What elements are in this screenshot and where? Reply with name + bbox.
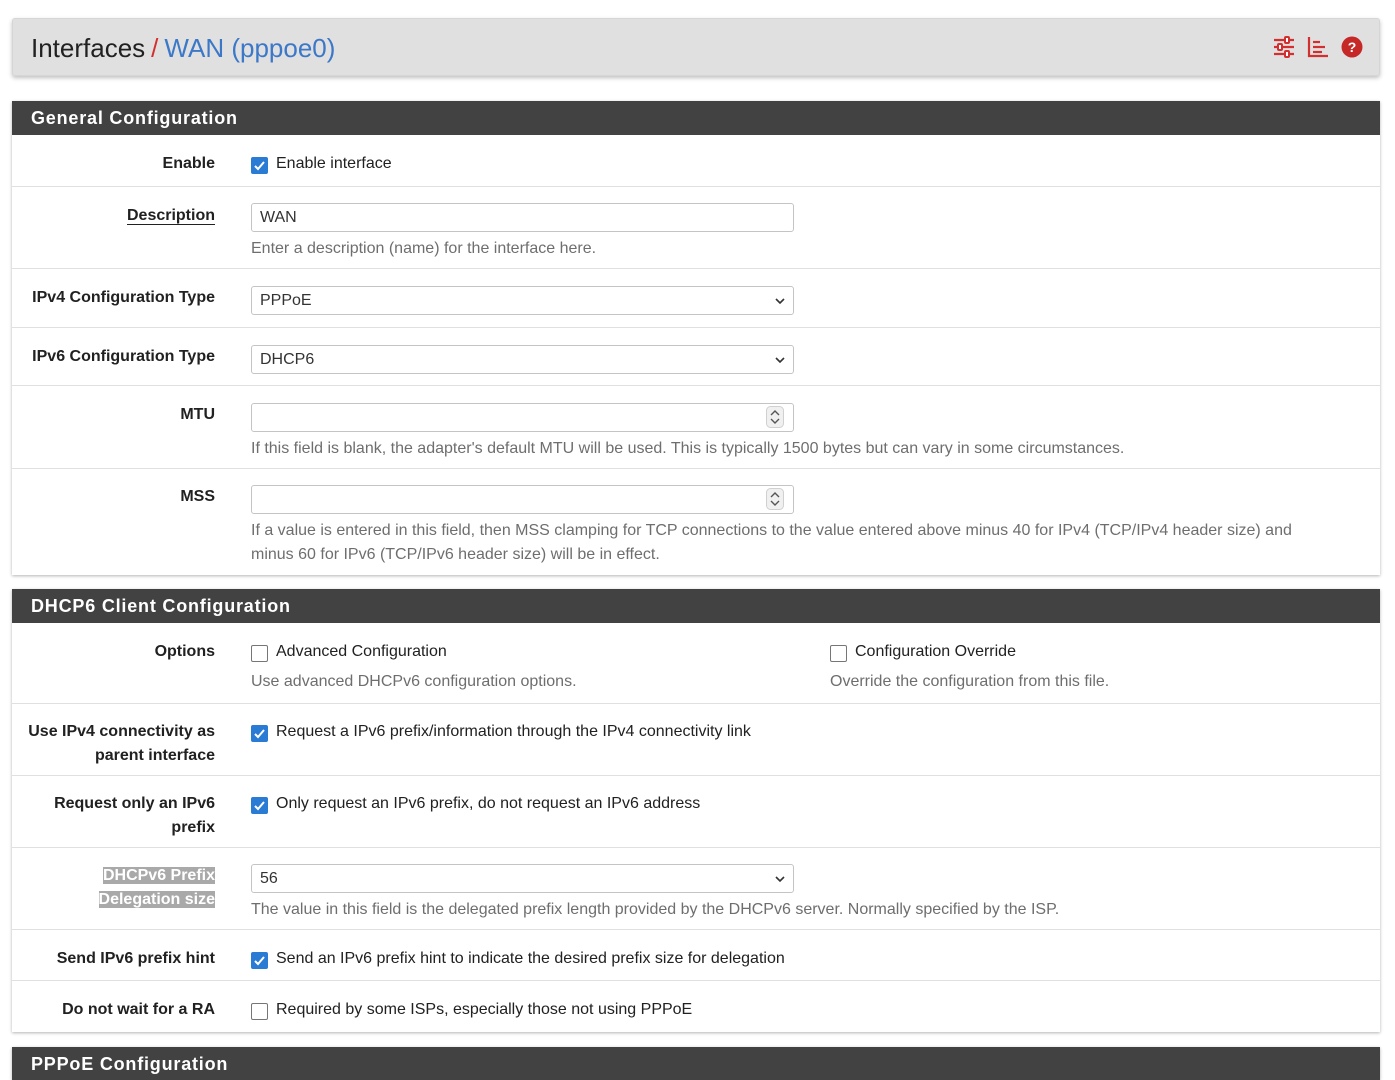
panel-heading-general: General Configuration: [12, 101, 1380, 135]
options-label: Options: [154, 643, 215, 660]
checkbox-unchecked-icon[interactable]: [830, 644, 847, 662]
breadcrumb-separator: /: [151, 33, 159, 63]
mss-input[interactable]: [251, 485, 794, 514]
checkbox-unchecked-icon[interactable]: [251, 1002, 268, 1020]
ipv4-parent-row: Use IPv4 connectivity as parent interfac…: [12, 704, 1380, 776]
prefix-hint-checkbox-label: Send an IPv6 prefix hint to indicate the…: [276, 950, 785, 967]
no-wait-ra-label: Do not wait for a RA: [62, 1001, 215, 1018]
ipv4-type-select[interactable]: PPPoE: [251, 286, 794, 315]
svg-text:?: ?: [1348, 39, 1357, 55]
delegation-size-row: DHCPv6 Prefix Delegation size 56 The val…: [12, 848, 1380, 930]
mss-help-line-1: If a value is entered in this field, the…: [251, 522, 1292, 539]
chevron-down-icon: [775, 298, 785, 305]
chevron-down-icon: [775, 357, 785, 364]
checkbox-checked-icon[interactable]: [251, 156, 268, 174]
prefix-hint-checkbox[interactable]: Send an IPv6 prefix hint to indicate the…: [251, 947, 785, 971]
mtu-row: MTU If this field is blank, the adapter'…: [12, 386, 1380, 469]
checkbox-checked-icon[interactable]: [251, 951, 268, 969]
help-icon[interactable]: ?: [1341, 36, 1363, 58]
delegation-size-value: 56: [260, 870, 278, 887]
advanced-configuration-label: Advanced Configuration: [276, 643, 447, 660]
configuration-override-label: Configuration Override: [855, 643, 1016, 660]
ipv6-type-row: IPv6 Configuration Type DHCP6: [12, 328, 1380, 386]
configuration-override-help: Override the configuration from this fil…: [830, 673, 1110, 690]
mtu-input[interactable]: [251, 403, 794, 432]
delegation-size-label: DHCPv6 Prefix Delegation size: [98, 867, 215, 908]
chart-icon[interactable]: [1307, 36, 1329, 58]
advanced-configuration-help: Use advanced DHCPv6 configuration option…: [251, 673, 577, 690]
enable-interface-checkbox[interactable]: Enable interface: [251, 152, 392, 176]
no-wait-ra-checkbox-label: Required by some ISPs, especially those …: [276, 1001, 693, 1018]
spinner-arrows-icon[interactable]: [766, 488, 784, 510]
panel-heading-dhcp6: DHCP6 Client Configuration: [12, 589, 1380, 623]
ipv6-type-select[interactable]: DHCP6: [251, 345, 794, 374]
breadcrumb-parent[interactable]: Interfaces: [31, 33, 145, 63]
mtu-help: If this field is blank, the adapter's de…: [251, 440, 1125, 457]
enable-row: Enable Enable interface: [12, 135, 1380, 187]
spinner-arrows-icon[interactable]: [766, 406, 784, 428]
dhcp6-client-configuration-panel: DHCP6 Client Configuration Options Advan…: [12, 589, 1380, 1032]
panel-heading-pppoe: PPPoE Configuration: [12, 1047, 1380, 1080]
delegation-size-help: The value in this field is the delegated…: [251, 901, 1060, 918]
chevron-down-icon: [775, 876, 785, 883]
mss-row: MSS If a value is entered in this field,…: [12, 469, 1380, 575]
prefix-only-checkbox[interactable]: Only request an IPv6 prefix, do not requ…: [251, 792, 700, 816]
configuration-override-checkbox[interactable]: Configuration Override: [830, 640, 1109, 664]
description-input[interactable]: WAN: [251, 203, 794, 232]
prefix-hint-row: Send IPv6 prefix hint Send an IPv6 prefi…: [12, 930, 1380, 981]
enable-label: Enable: [162, 155, 215, 172]
ipv4-parent-checkbox[interactable]: Request a IPv6 prefix/information throug…: [251, 720, 751, 744]
mtu-label: MTU: [180, 406, 215, 423]
advanced-configuration-checkbox[interactable]: Advanced Configuration: [251, 640, 577, 664]
ipv4-type-label: IPv4 Configuration Type: [32, 289, 215, 306]
ipv6-type-label: IPv6 Configuration Type: [32, 348, 215, 365]
settings-sliders-icon[interactable]: [1273, 36, 1295, 58]
no-wait-ra-checkbox[interactable]: Required by some ISPs, especially those …: [251, 998, 692, 1022]
prefix-hint-label: Send IPv6 prefix hint: [56, 950, 215, 967]
enable-interface-label: Enable interface: [276, 155, 392, 172]
ipv4-parent-label: Use IPv4 connectivity as parent interfac…: [28, 723, 215, 764]
ipv6-type-value: DHCP6: [260, 351, 315, 368]
mss-help-line-2: minus 60 for IPv6 (TCP/IPv6 header size)…: [251, 546, 660, 563]
checkbox-checked-icon[interactable]: [251, 796, 268, 814]
header-icons: ?: [1273, 36, 1363, 58]
checkbox-unchecked-icon[interactable]: [251, 644, 268, 662]
description-help: Enter a description (name) for the inter…: [251, 240, 597, 257]
delegation-size-select[interactable]: 56: [251, 864, 794, 893]
prefix-only-row: Request only an IPv6 prefix Only request…: [12, 776, 1380, 848]
no-wait-ra-row: Do not wait for a RA Required by some IS…: [12, 981, 1380, 1032]
mss-label: MSS: [180, 488, 215, 505]
options-row: Options Advanced Configuration Use advan…: [12, 623, 1380, 704]
prefix-only-checkbox-label: Only request an IPv6 prefix, do not requ…: [276, 795, 701, 812]
breadcrumb: Interfaces / WAN (pppoe0): [31, 33, 335, 63]
checkbox-checked-icon[interactable]: [251, 724, 268, 742]
breadcrumb-current[interactable]: WAN (pppoe0): [164, 33, 335, 63]
ipv4-type-value: PPPoE: [260, 292, 312, 309]
pppoe-configuration-panel: PPPoE Configuration: [12, 1047, 1380, 1080]
ipv4-parent-checkbox-label: Request a IPv6 prefix/information throug…: [276, 723, 751, 740]
description-label: Description: [126, 207, 215, 225]
ipv4-type-row: IPv4 Configuration Type PPPoE: [12, 269, 1380, 328]
prefix-only-label: Request only an IPv6 prefix: [54, 795, 215, 836]
breadcrumb-bar: Interfaces / WAN (pppoe0) ?: [12, 18, 1380, 76]
general-configuration-panel: General Configuration Enable Enable inte…: [12, 101, 1380, 575]
description-row: Description WAN Enter a description (nam…: [12, 187, 1380, 269]
